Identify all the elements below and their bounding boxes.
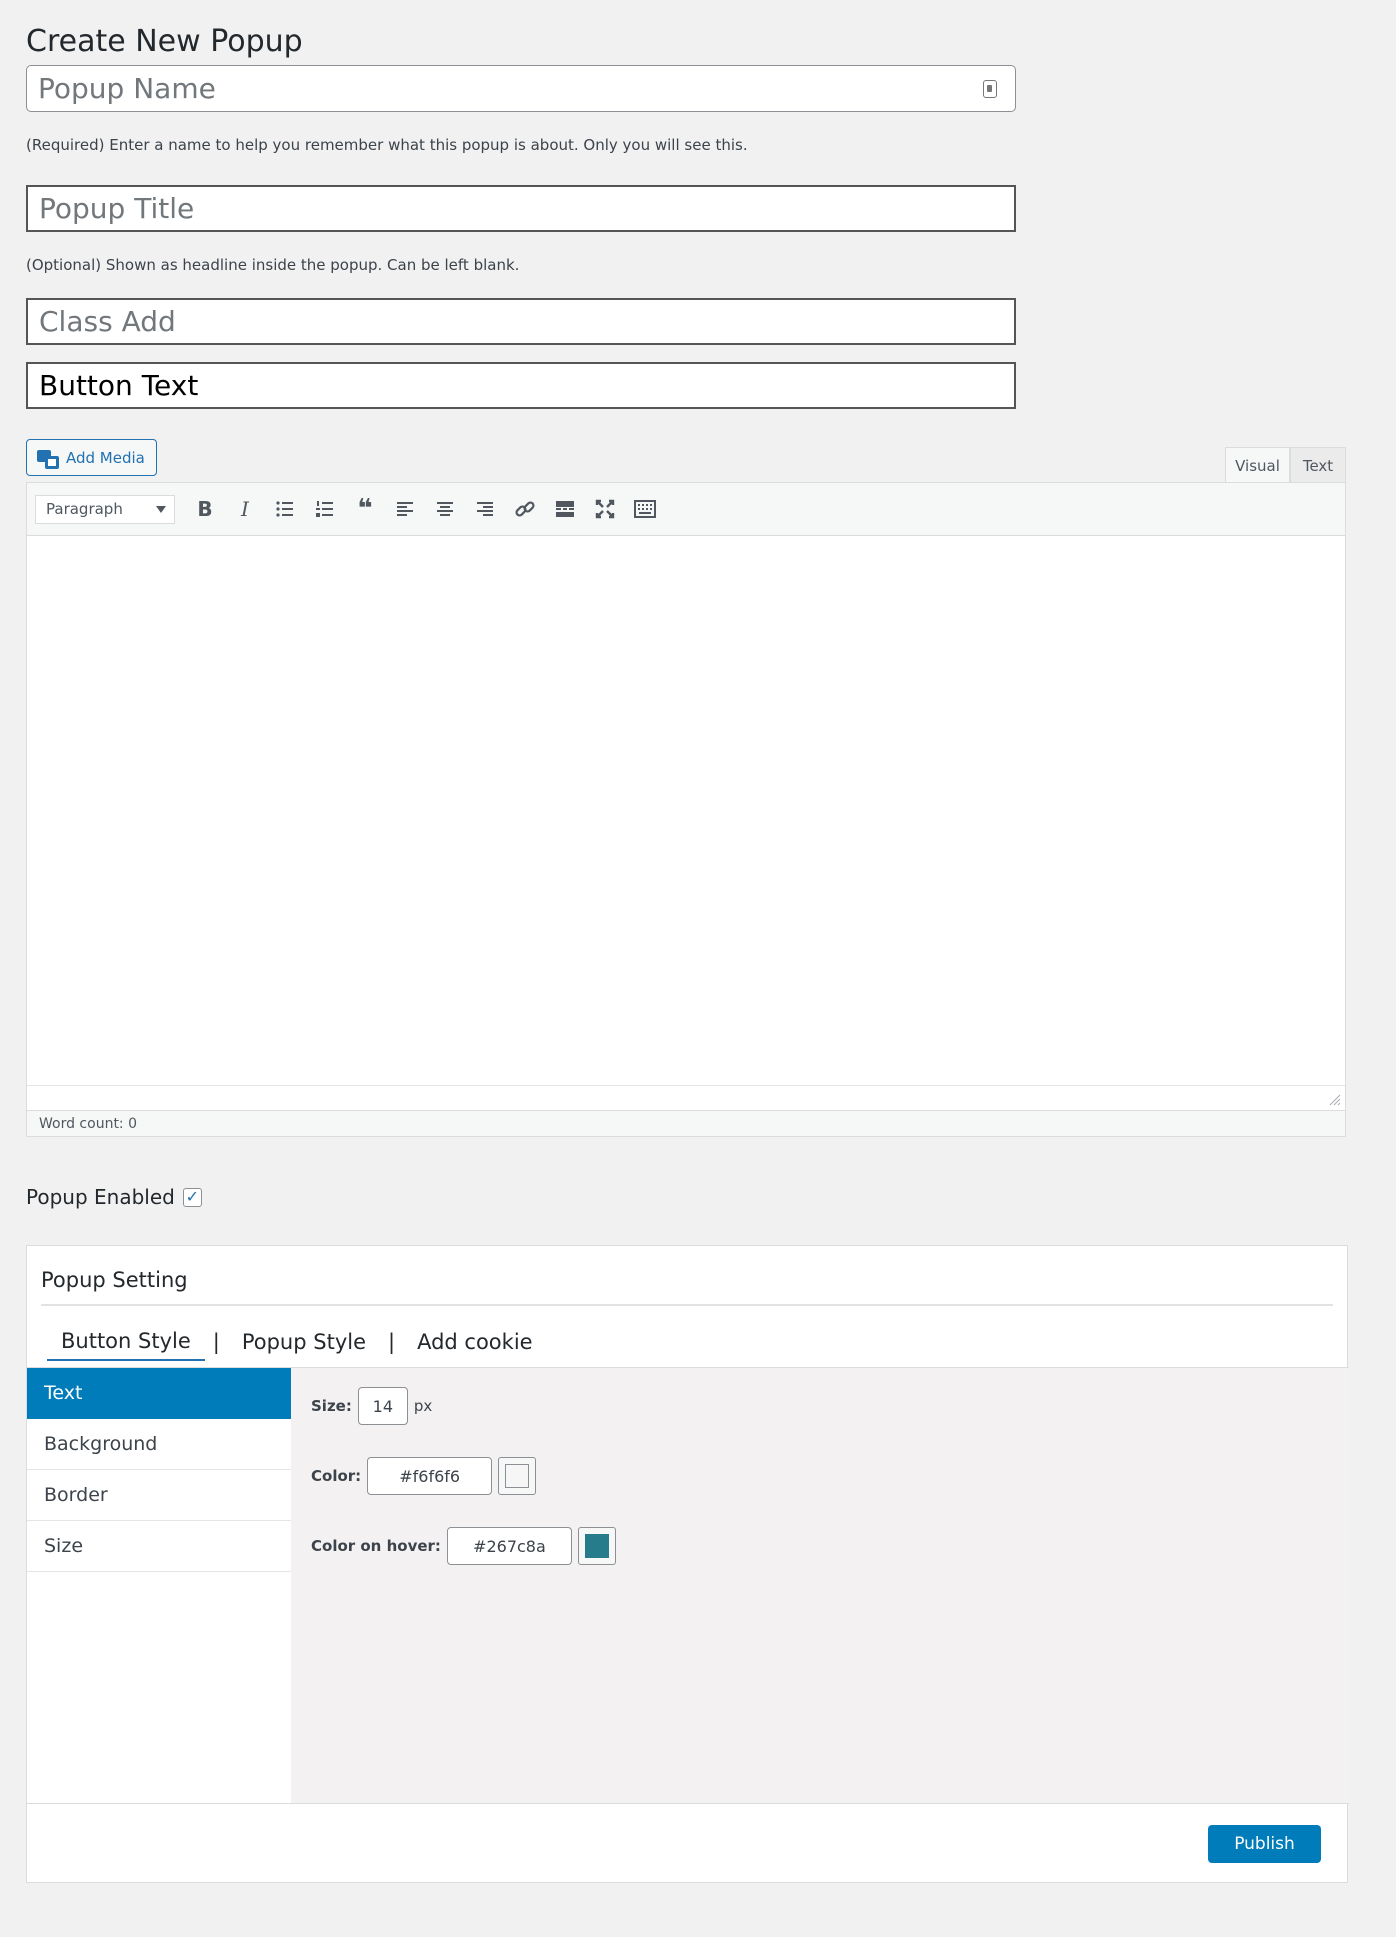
popup-settings-panel: Popup Setting Button Style | Popup Style…: [26, 1245, 1349, 1883]
text-options-pane: Size: 14 px Color: #f6f6f6 Color on hove…: [291, 1368, 1349, 1803]
bold-icon[interactable]: B: [185, 492, 225, 526]
fullscreen-icon[interactable]: [585, 492, 625, 526]
button-style-section: Text Background Border Size Size: 14 px …: [27, 1367, 1349, 1804]
popup-name-placeholder: Popup Name: [38, 72, 216, 105]
popup-enabled-label: Popup Enabled: [26, 1185, 175, 1209]
color-hover-swatch[interactable]: [577, 1527, 616, 1565]
bullet-list-icon[interactable]: [265, 492, 305, 526]
size-input[interactable]: 14: [357, 1387, 408, 1425]
popup-title-input[interactable]: Popup Title: [26, 185, 1016, 232]
tab-separator: |: [388, 1330, 396, 1354]
side-item-background[interactable]: Background: [27, 1419, 291, 1470]
popup-name-help: (Required) Enter a name to help you reme…: [26, 136, 748, 154]
style-side-nav: Text Background Border Size: [27, 1368, 291, 1803]
publish-button[interactable]: Publish: [1208, 1825, 1321, 1863]
checkmark-icon: ✓: [185, 1187, 200, 1206]
align-center-icon[interactable]: [425, 492, 465, 526]
read-more-icon[interactable]: [545, 492, 585, 526]
media-icon: [37, 447, 59, 469]
editor-statusbar: Word count: 0: [27, 1086, 1345, 1136]
button-text-input[interactable]: Button Text: [26, 362, 1016, 409]
password-manager-icon[interactable]: [983, 80, 997, 98]
size-unit: px: [413, 1397, 433, 1415]
size-label: Size:: [311, 1397, 352, 1415]
chevron-down-icon: [156, 505, 166, 513]
size-row: Size: 14 px: [311, 1387, 432, 1425]
format-select[interactable]: Paragraph: [35, 494, 175, 524]
tab-add-cookie[interactable]: Add cookie: [403, 1330, 547, 1360]
color-row: Color: #f6f6f6: [311, 1457, 537, 1495]
button-text-value: Button Text: [39, 369, 199, 402]
side-item-text[interactable]: Text: [27, 1368, 291, 1419]
editor-toolbar: Paragraph B I ❝: [27, 483, 1345, 536]
add-media-label: Add Media: [66, 448, 145, 467]
blockquote-icon[interactable]: ❝: [345, 492, 385, 526]
align-right-icon[interactable]: [465, 492, 505, 526]
word-count: Word count: 0: [27, 1110, 1345, 1136]
settings-title: Popup Setting: [41, 1268, 188, 1292]
tab-separator: |: [212, 1330, 220, 1354]
resize-grip-icon[interactable]: [1327, 1092, 1341, 1106]
color-swatch[interactable]: [498, 1457, 537, 1495]
divider: [41, 1304, 1333, 1306]
align-left-icon[interactable]: [385, 492, 425, 526]
editor-content-area[interactable]: [27, 536, 1345, 1086]
link-icon[interactable]: [505, 492, 545, 526]
side-item-border[interactable]: Border: [27, 1470, 291, 1521]
popup-title-placeholder: Popup Title: [39, 192, 195, 225]
tab-button-style[interactable]: Button Style: [47, 1329, 205, 1361]
color-hover-row: Color on hover: #267c8a: [311, 1527, 616, 1565]
toolbar-toggle-icon[interactable]: [625, 492, 665, 526]
popup-enabled-row: Popup Enabled ✓: [26, 1185, 202, 1209]
color-input[interactable]: #f6f6f6: [367, 1457, 493, 1495]
color-hover-label: Color on hover:: [311, 1537, 441, 1555]
side-item-size[interactable]: Size: [27, 1521, 291, 1572]
page-title: Create New Popup: [26, 24, 303, 59]
color-hover-input[interactable]: #267c8a: [446, 1527, 572, 1565]
add-media-button[interactable]: Add Media: [26, 439, 157, 476]
content-editor: Paragraph B I ❝ Word count: 0: [26, 482, 1346, 1137]
tab-text[interactable]: Text: [1290, 447, 1346, 483]
numbered-list-icon[interactable]: [305, 492, 345, 526]
settings-tabs: Button Style | Popup Style | Add cookie: [47, 1329, 547, 1361]
tab-visual[interactable]: Visual: [1225, 447, 1290, 483]
italic-icon[interactable]: I: [225, 492, 265, 526]
color-label: Color:: [311, 1467, 362, 1485]
tab-popup-style[interactable]: Popup Style: [228, 1330, 380, 1360]
class-add-placeholder: Class Add: [39, 305, 176, 338]
popup-enabled-checkbox[interactable]: ✓: [182, 1187, 202, 1207]
class-add-input[interactable]: Class Add: [26, 298, 1016, 345]
format-select-value: Paragraph: [46, 500, 123, 518]
popup-name-input[interactable]: Popup Name: [26, 65, 1016, 112]
popup-title-help: (Optional) Shown as headline inside the …: [26, 256, 520, 274]
